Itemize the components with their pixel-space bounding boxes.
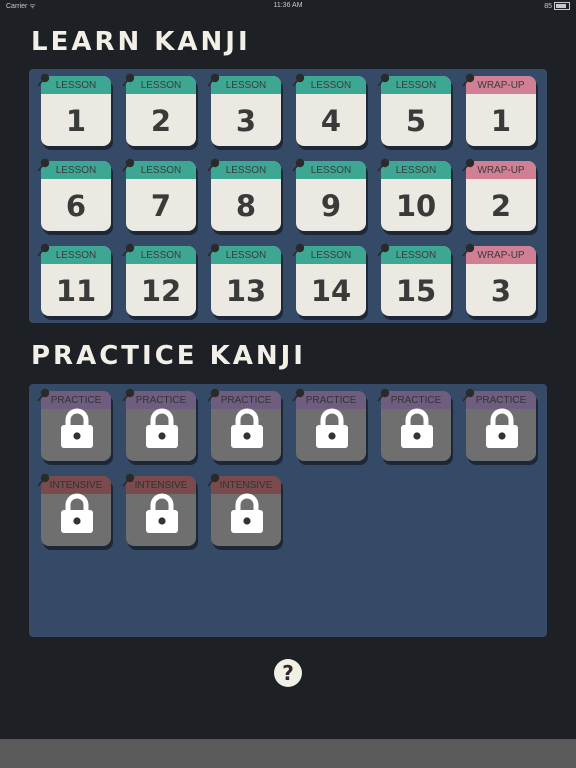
tile-label: LESSON xyxy=(211,76,281,94)
intensive-tile-locked: INTENSIVE xyxy=(207,473,281,546)
tile-label: LESSON xyxy=(296,76,366,94)
tile-label: LESSON xyxy=(211,246,281,264)
tile-label: LESSON xyxy=(126,161,196,179)
padlock-icon xyxy=(399,408,435,448)
help-button[interactable]: ? xyxy=(274,659,302,687)
lesson-tile-14[interactable]: LESSON 14 xyxy=(292,243,366,316)
intensive-tile-locked: INTENSIVE xyxy=(37,473,111,546)
wrap-tile-1[interactable]: WRAP-UP 1 xyxy=(462,73,536,146)
tile-number: 11 xyxy=(55,274,97,308)
tile-label: PRACTICE xyxy=(211,391,281,409)
tile-label: WRAP-UP xyxy=(466,246,536,264)
tile-label: INTENSIVE xyxy=(41,476,111,494)
lesson-tile-6[interactable]: LESSON 6 xyxy=(37,158,111,231)
lesson-tile-4[interactable]: LESSON 4 xyxy=(292,73,366,146)
tile-number: 2 xyxy=(150,104,172,138)
lesson-tile-1[interactable]: LESSON 1 xyxy=(37,73,111,146)
tile-number: 5 xyxy=(405,104,427,138)
tile-label: LESSON xyxy=(296,161,366,179)
tile-label: PRACTICE xyxy=(41,391,111,409)
practice-panel: PRACTICE PRACTICE PRACTICE PRACTICE PRACTICE… xyxy=(29,384,547,637)
tile-label: LESSON xyxy=(41,161,111,179)
learn-panel: LESSON 1 LESSON 2 LESSON 3 LESSON 4 LESSON 5 WRAP-… xyxy=(29,69,547,323)
tile-label: LESSON xyxy=(211,161,281,179)
battery-icon xyxy=(554,2,570,10)
padlock-icon xyxy=(229,493,265,533)
battery-percent: 85 xyxy=(544,2,552,10)
lesson-tile-15[interactable]: LESSON 15 xyxy=(377,243,451,316)
lesson-tile-10[interactable]: LESSON 10 xyxy=(377,158,451,231)
practice-tile-locked: PRACTICE xyxy=(462,388,536,461)
tile-number: 6 xyxy=(65,189,87,223)
status-time: 11:36 AM xyxy=(273,2,303,9)
tile-number: 4 xyxy=(320,104,342,138)
tile-label: WRAP-UP xyxy=(466,161,536,179)
tile-label: PRACTICE xyxy=(466,391,536,409)
tile-label: LESSON xyxy=(126,76,196,94)
tile-number: 3 xyxy=(235,104,257,138)
wrap-tile-3[interactable]: WRAP-UP 3 xyxy=(462,243,536,316)
tile-number: 7 xyxy=(150,189,172,223)
padlock-icon xyxy=(59,493,95,533)
lesson-tile-12[interactable]: LESSON 12 xyxy=(122,243,196,316)
tile-number: 10 xyxy=(395,189,437,223)
tile-label: LESSON xyxy=(296,246,366,264)
padlock-icon xyxy=(484,408,520,448)
tile-number: 9 xyxy=(320,189,342,223)
tile-label: LESSON xyxy=(41,76,111,94)
practice-tile-locked: PRACTICE xyxy=(207,388,281,461)
tile-number: 12 xyxy=(140,274,182,308)
padlock-icon xyxy=(314,408,350,448)
practice-kanji-title: PRACTICE KANJI xyxy=(31,341,306,371)
tile-label: LESSON xyxy=(381,246,451,264)
battery-indicator: 85 xyxy=(544,2,570,10)
tile-number: 8 xyxy=(235,189,257,223)
practice-tile-locked: PRACTICE xyxy=(292,388,366,461)
tile-label: PRACTICE xyxy=(126,391,196,409)
question-mark-icon: ? xyxy=(282,661,294,685)
intensive-tile-locked: INTENSIVE xyxy=(122,473,196,546)
practice-tile-locked: PRACTICE xyxy=(37,388,111,461)
tile-label: INTENSIVE xyxy=(126,476,196,494)
lesson-tile-11[interactable]: LESSON 11 xyxy=(37,243,111,316)
lesson-tile-3[interactable]: LESSON 3 xyxy=(207,73,281,146)
lesson-tile-7[interactable]: LESSON 7 xyxy=(122,158,196,231)
bottom-bar xyxy=(0,739,576,768)
lesson-tile-13[interactable]: LESSON 13 xyxy=(207,243,281,316)
lesson-tile-9[interactable]: LESSON 9 xyxy=(292,158,366,231)
tile-label: WRAP-UP xyxy=(466,76,536,94)
learn-kanji-title: LEARN KANJI xyxy=(31,27,251,57)
tile-number: 14 xyxy=(310,274,352,308)
padlock-icon xyxy=(59,408,95,448)
tile-label: LESSON xyxy=(381,161,451,179)
padlock-icon xyxy=(144,493,180,533)
tile-label: PRACTICE xyxy=(381,391,451,409)
wrap-tile-2[interactable]: WRAP-UP 2 xyxy=(462,158,536,231)
lesson-tile-2[interactable]: LESSON 2 xyxy=(122,73,196,146)
lesson-tile-5[interactable]: LESSON 5 xyxy=(377,73,451,146)
tile-number: 13 xyxy=(225,274,267,308)
lesson-tile-8[interactable]: LESSON 8 xyxy=(207,158,281,231)
tile-label: PRACTICE xyxy=(296,391,366,409)
padlock-icon xyxy=(144,408,180,448)
practice-tile-locked: PRACTICE xyxy=(377,388,451,461)
tile-label: INTENSIVE xyxy=(211,476,281,494)
tile-number: 1 xyxy=(65,104,87,138)
tile-number: 1 xyxy=(490,104,512,138)
tile-label: LESSON xyxy=(381,76,451,94)
status-bar: Carrier ᯤ 11:36 AM 85 xyxy=(0,0,576,12)
practice-tile-locked: PRACTICE xyxy=(122,388,196,461)
tile-number: 2 xyxy=(490,189,512,223)
tile-number: 3 xyxy=(490,274,512,308)
tile-label: LESSON xyxy=(126,246,196,264)
tile-number: 15 xyxy=(395,274,437,308)
tile-label: LESSON xyxy=(41,246,111,264)
padlock-icon xyxy=(229,408,265,448)
